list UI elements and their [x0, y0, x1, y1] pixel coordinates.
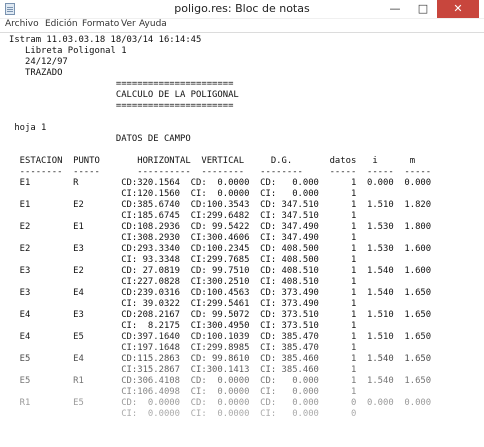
- document-text[interactable]: Istram 11.03.03.18 18/03/14 16:14:45 Lib…: [0, 33, 484, 420]
- text-line: E5 E4 CD:115.2863 CD: 99.8610 CD: 385.46…: [9, 354, 432, 364]
- text-line: CI:315.2867 CI:300.1413 CI: 385.460 1: [9, 365, 357, 375]
- menu-archivo[interactable]: Archivo: [5, 19, 39, 29]
- text-line: CI: 0.0000 CI: 0.0000 CI: 0.000 0: [9, 409, 357, 419]
- menu-ver[interactable]: Ver: [121, 19, 136, 29]
- close-button[interactable]: ✕: [437, 0, 479, 18]
- text-line: E2 E1 CD:108.2936 CD: 99.5422 CD: 347.49…: [9, 222, 432, 232]
- text-line: E1 R CD:320.1564 CD: 0.0000 CD: 0.000 1 …: [9, 178, 432, 188]
- text-line: CI:308.2930 CI:300.4606 CI: 347.490 1: [9, 233, 357, 243]
- text-line: CI:227.0828 CI:300.2510 CI: 408.510 1: [9, 277, 357, 287]
- text-line: CALCULO DE LA POLIGONAL: [9, 90, 239, 100]
- text-line: CI:185.6745 CI:299.6482 CI: 347.510 1: [9, 211, 357, 221]
- text-line: CI:197.1648 CI:299.8985 CI: 385.470 1: [9, 343, 357, 353]
- text-line: E2 E3 CD:293.3340 CD:100.2345 CD: 408.50…: [9, 244, 432, 254]
- text-line: Libreta Poligonal 1: [9, 46, 127, 56]
- menu-bar: Archivo Edición Formato Ver Ayuda: [0, 18, 484, 32]
- text-line: -------- ----- ---------- -------- -----…: [9, 167, 432, 177]
- title-bar[interactable]: poligo.res: Bloc de notas — □ ✕: [0, 0, 484, 19]
- text-line: 24/12/97: [9, 57, 68, 67]
- text-line: E1 E2 CD:385.6740 CD:100.3543 CD: 347.51…: [9, 200, 432, 210]
- text-line: hoja 1: [9, 123, 47, 133]
- text-line: E3 E4 CD:239.0316 CD:100.4563 CD: 373.49…: [9, 288, 432, 298]
- text-line: CI:106.4098 CI: 0.0000 CI: 0.000 1: [9, 387, 357, 397]
- text-line: E5 R1 CD:306.4108 CD: 0.0000 CD: 0.000 1…: [9, 376, 432, 386]
- text-line: ESTACION PUNTO HORIZONTAL VERTICAL D.G. …: [9, 156, 416, 166]
- menu-formato[interactable]: Formato: [82, 19, 119, 29]
- text-line: Istram 11.03.03.18 18/03/14 16:14:45: [9, 35, 202, 45]
- menu-ayuda[interactable]: Ayuda: [139, 19, 167, 29]
- text-line: E4 E5 CD:397.1640 CD:100.1039 CD: 385.47…: [9, 332, 432, 342]
- text-line: CI:120.1560 CI: 0.0000 CI: 0.000 1: [9, 189, 357, 199]
- minimize-button[interactable]: —: [382, 0, 408, 18]
- text-line: DATOS DE CAMPO: [9, 134, 191, 144]
- text-line: E4 E3 CD:208.2167 CD: 99.5072 CD: 373.51…: [9, 310, 432, 320]
- text-editor-area[interactable]: Istram 11.03.03.18 18/03/14 16:14:45 Lib…: [0, 32, 484, 447]
- maximize-button[interactable]: □: [410, 0, 436, 18]
- text-line: TRAZADO: [9, 68, 63, 78]
- text-line: ======================: [9, 79, 234, 89]
- text-line: CI: 8.2175 CI:300.4950 CI: 373.510 1: [9, 321, 357, 331]
- text-line: CI: 93.3348 CI:299.7685 CI: 408.500 1: [9, 255, 357, 265]
- text-line: E3 E2 CD: 27.0819 CD: 99.7510 CD: 408.51…: [9, 266, 432, 276]
- text-line: CI: 39.0322 CI:299.5461 CI: 373.490 1: [9, 299, 357, 309]
- text-line: R1 E5 CD: 0.0000 CD: 0.0000 CD: 0.000 0 …: [9, 398, 432, 408]
- text-line: ======================: [9, 101, 234, 111]
- menu-edicion[interactable]: Edición: [45, 19, 78, 29]
